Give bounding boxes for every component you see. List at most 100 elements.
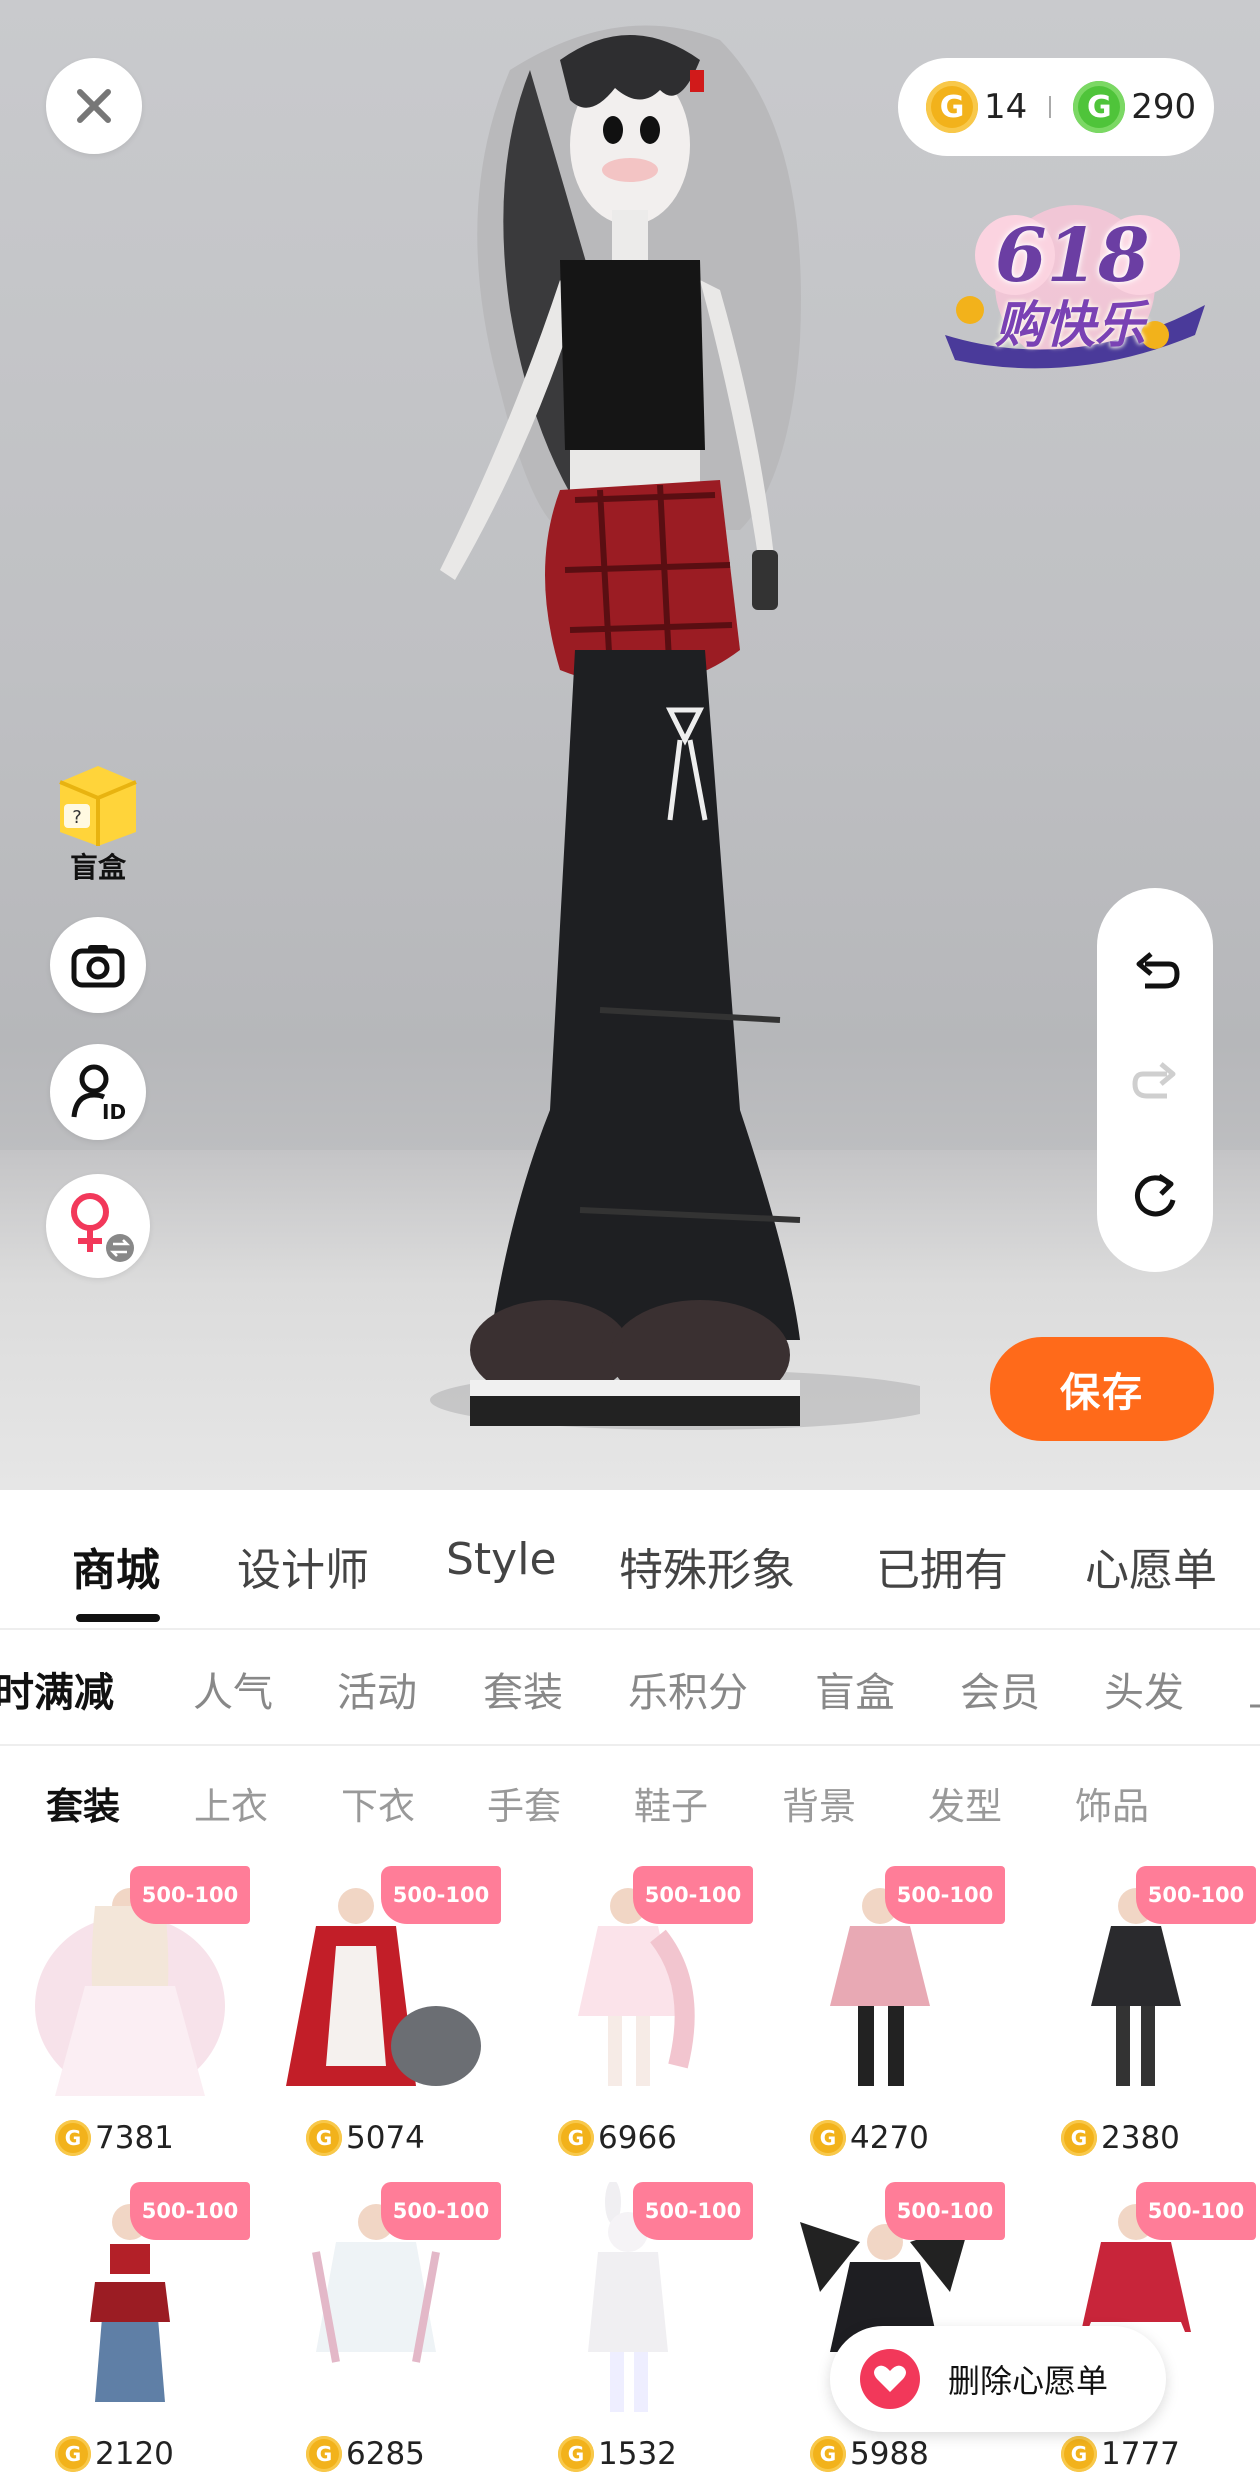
gender-switch-button[interactable] <box>46 1174 150 1278</box>
green-coin-amount: 290 <box>1131 87 1197 127</box>
discount-badge: 500-100 <box>1136 2182 1256 2240</box>
category-points[interactable]: 乐积分 <box>628 1660 748 1718</box>
category-sets[interactable]: 套装 <box>483 1660 563 1718</box>
discount-badge: 500-100 <box>381 2182 501 2240</box>
reset-icon[interactable] <box>1131 1170 1181 1220</box>
main-tabs: 商城 设计师 Style 特殊形象 已拥有 心愿单 <box>0 1490 1260 1630</box>
category-blind-box[interactable]: 盲盒 <box>815 1660 895 1718</box>
svg-text:?: ? <box>72 807 82 828</box>
discount-badge: 500-100 <box>885 2182 1005 2240</box>
subtab-hairstyles[interactable]: 发型 <box>928 1776 1002 1830</box>
subtab-shoes[interactable]: 鞋子 <box>634 1776 708 1830</box>
history-controls <box>1097 888 1213 1272</box>
item-price: G 5074 <box>306 2120 425 2156</box>
item-card[interactable]: 500-100 G 2120 <box>15 2182 250 2482</box>
gold-g-coin-icon: G <box>1061 2436 1097 2472</box>
gold-g-coin-icon: G <box>55 2436 91 2472</box>
category-hair[interactable]: 头发 <box>1104 1660 1184 1718</box>
price-value: 7381 <box>95 2120 174 2156</box>
category-events[interactable]: 活动 <box>337 1660 417 1718</box>
currency-divider <box>1049 96 1052 118</box>
category-limited-discount[interactable]: 限时满减 <box>0 1660 114 1718</box>
gold-g-coin-icon: G <box>55 2120 91 2156</box>
discount-badge: 500-100 <box>381 1866 501 1924</box>
item-card[interactable]: 500-100 G 6966 <box>518 1866 753 2166</box>
discount-badge: 500-100 <box>130 1866 250 1924</box>
promo-618-banner[interactable]: 618 购快乐 <box>925 185 1215 385</box>
user-id-icon: ID <box>71 1064 126 1121</box>
category-popular[interactable]: 人气 <box>193 1660 273 1718</box>
green-g-coin-icon: G <box>1073 81 1126 133</box>
tab-shop[interactable]: 商城 <box>72 1534 160 1598</box>
discount-badge: 500-100 <box>130 2182 250 2240</box>
promo-text: 购快乐 <box>995 295 1145 354</box>
blind-box-button[interactable]: ? 盲盒 <box>48 752 148 886</box>
avatar-preview-scene[interactable]: G 14 G 290 618 购快乐 ? 盲盒 ID 保存 <box>0 0 1260 1490</box>
item-card[interactable]: 500-100 G 7381 <box>15 1866 250 2166</box>
item-price: G 1532 <box>558 2436 677 2472</box>
female-swap-icon <box>71 1193 134 1262</box>
item-price: G 2380 <box>1061 2120 1180 2156</box>
gold-coin-amount: 14 <box>984 87 1028 127</box>
sub-tabs: 套装 上衣 下衣 手套 鞋子 背景 发型 饰品 <box>0 1746 1260 1856</box>
gold-g-coin-icon: G <box>810 2120 846 2156</box>
category-tabs: 限时满减 人气 活动 套装 乐积分 盲盒 会员 头发 上 <box>0 1630 1260 1746</box>
camera-icon <box>71 945 125 988</box>
subtab-bottoms[interactable]: 下衣 <box>341 1776 415 1830</box>
item-price: G 2120 <box>55 2436 174 2472</box>
discount-badge: 500-100 <box>1136 1866 1256 1924</box>
item-card[interactable]: 500-100 G 1532 <box>518 2182 753 2482</box>
price-value: 4270 <box>850 2120 929 2156</box>
price-value: 5074 <box>346 2120 425 2156</box>
price-value: 2120 <box>95 2436 174 2472</box>
item-price: G 6966 <box>558 2120 677 2156</box>
tab-special-avatar[interactable]: 特殊形象 <box>619 1534 795 1598</box>
item-price: G 6285 <box>306 2436 425 2472</box>
item-price: G 1777 <box>1061 2436 1180 2472</box>
gold-g-coin-icon: G <box>306 2120 342 2156</box>
active-tab-indicator <box>76 1614 160 1622</box>
close-icon <box>77 89 111 123</box>
item-card[interactable]: 500-100 G 4270 <box>770 1866 1005 2166</box>
save-button[interactable]: 保存 <box>990 1337 1214 1441</box>
gold-g-coin-icon: G <box>810 2436 846 2472</box>
tab-wishlist[interactable]: 心愿单 <box>1085 1534 1217 1598</box>
gold-g-coin-icon: G <box>306 2436 342 2472</box>
category-vip[interactable]: 会员 <box>960 1660 1040 1718</box>
subtab-backgrounds[interactable]: 背景 <box>782 1776 856 1830</box>
subtab-sets[interactable]: 套装 <box>46 1776 120 1830</box>
subtab-tops[interactable]: 上衣 <box>194 1776 268 1830</box>
avatar-model[interactable] <box>360 10 920 1460</box>
heart-icon <box>860 2349 920 2409</box>
remove-wishlist-button[interactable]: 删除心愿单 <box>830 2326 1166 2432</box>
blind-box-label: 盲盒 <box>69 851 126 884</box>
subtab-gloves[interactable]: 手套 <box>487 1776 561 1830</box>
blind-box-icon: ? <box>59 766 137 846</box>
gold-g-coin-icon: G <box>558 2436 594 2472</box>
subtab-accessories[interactable]: 饰品 <box>1075 1776 1149 1830</box>
item-price: G 4270 <box>810 2120 929 2156</box>
tab-style[interactable]: Style <box>446 1534 557 1585</box>
user-id-button[interactable]: ID <box>50 1044 146 1140</box>
redo-icon[interactable] <box>1131 1056 1181 1106</box>
undo-icon[interactable] <box>1131 946 1181 996</box>
tab-designer[interactable]: 设计师 <box>237 1534 369 1598</box>
gold-g-coin-icon: G <box>558 2120 594 2156</box>
camera-button[interactable] <box>50 917 146 1013</box>
item-card[interactable]: 500-100 G 5074 <box>266 1866 501 2166</box>
category-more[interactable]: 上 <box>1248 1660 1260 1718</box>
price-value: 2380 <box>1101 2120 1180 2156</box>
close-button[interactable] <box>46 58 142 154</box>
price-value: 6966 <box>598 2120 677 2156</box>
svg-text:ID: ID <box>102 1100 126 1121</box>
tab-owned[interactable]: 已拥有 <box>876 1534 1008 1598</box>
item-card[interactable]: 500-100 G 6285 <box>266 2182 501 2482</box>
price-value: 1532 <box>598 2436 677 2472</box>
gold-g-coin-icon: G <box>926 81 978 133</box>
discount-badge: 500-100 <box>885 1866 1005 1924</box>
item-card[interactable]: 500-100 G 2380 <box>1021 1866 1256 2166</box>
item-price: G 5988 <box>810 2436 929 2472</box>
currency-balance[interactable]: G 14 G 290 <box>898 58 1214 156</box>
discount-badge: 500-100 <box>633 1866 753 1924</box>
item-price: G 7381 <box>55 2120 174 2156</box>
